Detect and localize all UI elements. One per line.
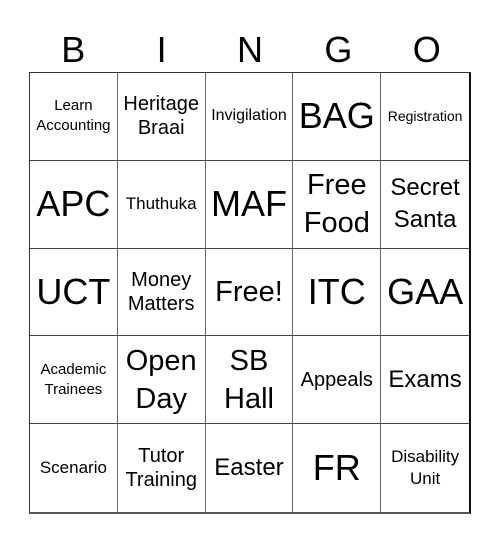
- bingo-cell[interactable]: Secret Santa: [381, 161, 469, 249]
- cell-label: FR: [312, 447, 361, 489]
- cell-label: Registration: [387, 108, 463, 125]
- cell-label: Scenario: [39, 458, 107, 478]
- cell-label: UCT: [36, 270, 111, 312]
- bingo-cell[interactable]: Easter: [206, 424, 294, 512]
- cell-label: Free Food: [303, 169, 370, 240]
- bingo-cell[interactable]: Exams: [381, 336, 469, 425]
- header-letter-g: G: [324, 29, 353, 70]
- bingo-cell[interactable]: SB Hall: [205, 336, 294, 425]
- cell-label: Money Matters: [127, 268, 195, 315]
- bingo-cell[interactable]: Appeals: [293, 336, 382, 425]
- cell-label: Exams: [388, 365, 462, 393]
- bingo-cell[interactable]: GAA: [381, 249, 469, 337]
- cell-label: SB Hall: [224, 344, 274, 415]
- cell-label: Easter: [214, 454, 284, 482]
- bingo-cell[interactable]: Heritage Braai: [117, 73, 206, 161]
- header-letter-i: I: [156, 29, 167, 70]
- cell-label: APC: [36, 183, 111, 225]
- cell-label: Secret Santa: [390, 174, 460, 234]
- cell-label: Open Day: [125, 344, 197, 415]
- bingo-grid: Learn Accounting Heritage Braai Invigila…: [29, 72, 471, 514]
- bingo-cell[interactable]: Disability Unit: [381, 424, 469, 512]
- cell-label: BAG: [298, 95, 375, 137]
- bingo-cell[interactable]: UCT: [30, 248, 118, 337]
- bingo-header: B I N G O: [29, 28, 471, 72]
- bingo-cell[interactable]: Academic Trainees: [30, 336, 118, 425]
- bingo-cell[interactable]: APC: [30, 160, 118, 249]
- bingo-cell[interactable]: Free!: [205, 248, 294, 337]
- header-letter-o: O: [412, 29, 441, 70]
- cell-label: Invigilation: [211, 107, 287, 125]
- bingo-cell[interactable]: ITC: [293, 248, 382, 337]
- bingo-cell[interactable]: Tutor Training: [118, 424, 206, 512]
- bingo-cell[interactable]: BAG: [293, 73, 382, 161]
- bingo-cell[interactable]: FR: [293, 424, 382, 512]
- bingo-cell[interactable]: Registration: [381, 73, 469, 161]
- bingo-cell[interactable]: Money Matters: [117, 248, 206, 337]
- cell-label: Academic Trainees: [40, 360, 107, 398]
- cell-label: Thuthuka: [125, 194, 197, 214]
- bingo-cell[interactable]: Invigilation: [205, 73, 294, 161]
- cell-label: MAF: [210, 183, 287, 225]
- bingo-cell[interactable]: Open Day: [117, 336, 206, 425]
- cell-label: Free!: [215, 275, 283, 308]
- cell-label: Disability Unit: [391, 447, 460, 489]
- cell-label: Tutor Training: [125, 445, 197, 492]
- bingo-cell[interactable]: Scenario: [30, 424, 118, 512]
- cell-label: ITC: [307, 270, 366, 312]
- cell-label: Heritage Braai: [123, 93, 199, 140]
- cell-label: Appeals: [300, 368, 373, 391]
- header-letter-b: B: [61, 29, 86, 70]
- cell-label: Learn Accounting: [36, 97, 111, 135]
- header-letter-n: N: [236, 29, 263, 70]
- bingo-cell[interactable]: Learn Accounting: [30, 73, 118, 161]
- cell-label: GAA: [387, 270, 464, 312]
- bingo-cell[interactable]: Thuthuka: [117, 160, 206, 249]
- bingo-cell[interactable]: Free Food: [293, 160, 382, 249]
- bingo-cell[interactable]: MAF: [205, 160, 294, 249]
